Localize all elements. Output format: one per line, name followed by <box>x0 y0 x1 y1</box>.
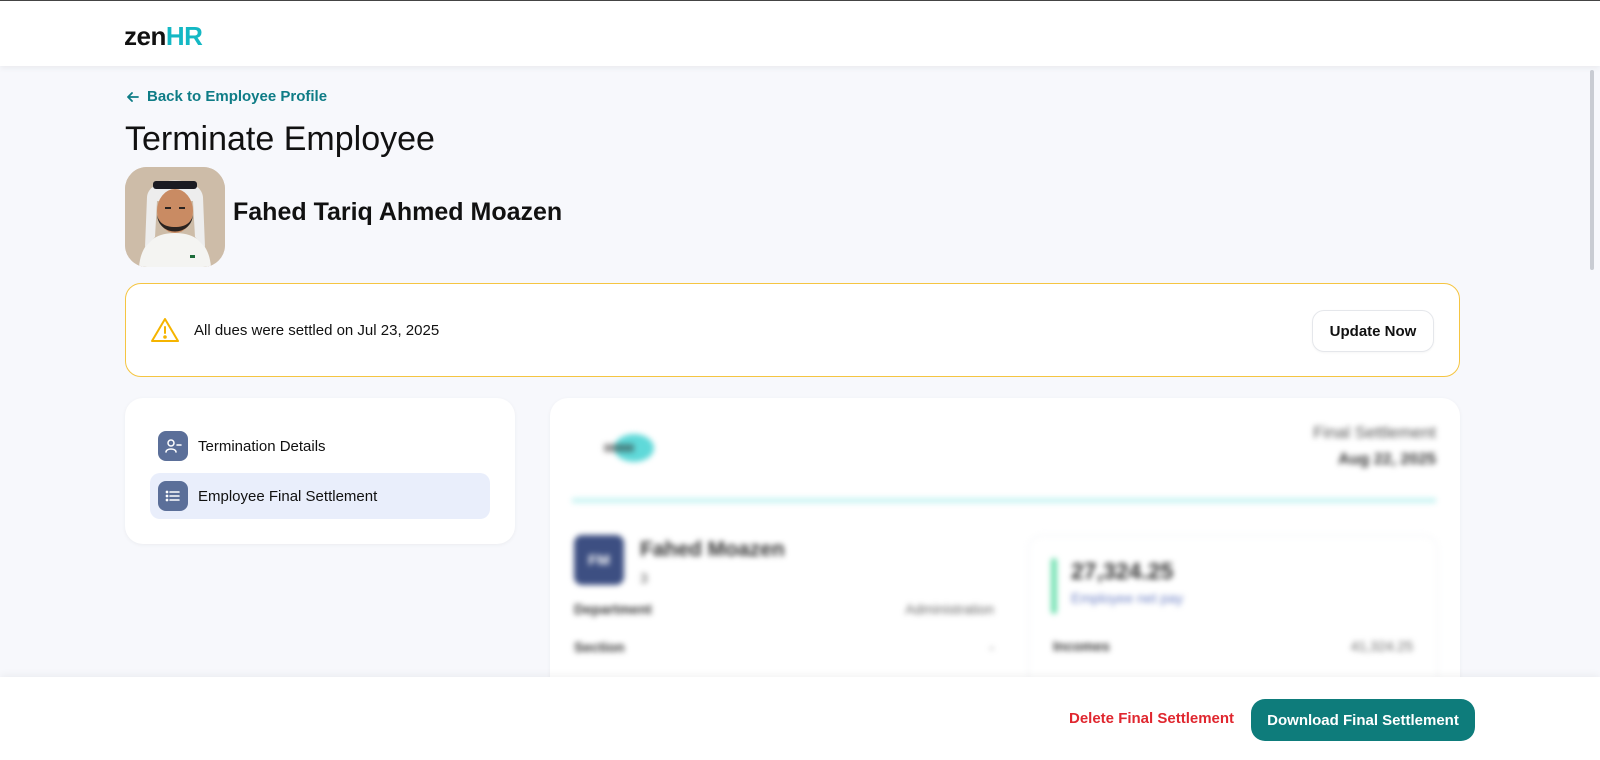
back-link-label: Back to Employee Profile <box>147 88 328 105</box>
preview-net-pay-card: 27,324.25 Employee net pay Incomes 41,32… <box>1028 535 1438 698</box>
delete-final-settlement-button[interactable]: Delete Final Settlement <box>1069 710 1234 727</box>
download-final-settlement-button[interactable]: Download Final Settlement <box>1251 699 1475 741</box>
back-to-profile-link[interactable]: Back to Employee Profile <box>125 88 327 105</box>
sidenav-item-final-settlement[interactable]: Employee Final Settlement <box>150 473 490 519</box>
preview-doc-title: Final Settlement <box>1313 423 1436 442</box>
preview-accent-bar <box>1051 558 1057 614</box>
preview-field-value: - <box>989 639 994 655</box>
preview-incomes-row: Incomes 41,324.25 <box>1053 638 1413 654</box>
termination-sidenav: Termination Details Employee Final Settl… <box>125 398 515 544</box>
settlement-alert: All dues were settled on Jul 23, 2025 Up… <box>125 283 1460 377</box>
preview-doc-date: Aug 22, 2025 <box>1338 451 1436 468</box>
alert-message: All dues were settled on Jul 23, 2025 <box>194 322 440 339</box>
top-bar: zenHR <box>0 0 1600 66</box>
update-now-button[interactable]: Update Now <box>1312 310 1434 352</box>
warning-icon <box>151 318 179 342</box>
logo-text-hr: HR <box>165 21 203 51</box>
footer-action-bar: Delete Final Settlement Download Final S… <box>0 677 1600 760</box>
sidenav-item-termination-details[interactable]: Termination Details <box>150 423 490 469</box>
preview-field-label: Section <box>574 639 625 655</box>
preview-divider <box>572 498 1436 503</box>
arrow-left-icon <box>127 91 139 102</box>
preview-net-pay-label: Employee net pay <box>1071 590 1184 606</box>
sidenav-item-label: Termination Details <box>198 437 326 455</box>
preview-field-label: Department <box>574 601 652 617</box>
user-minus-icon <box>158 431 188 461</box>
zenhr-logo[interactable]: zenHR <box>124 21 203 52</box>
page-title: Terminate Employee <box>125 120 435 158</box>
list-icon <box>158 481 188 511</box>
preview-field-row: Department Administration <box>574 601 994 617</box>
preview-field-value: Administration <box>905 601 994 617</box>
logo-text-zen: zen <box>124 21 166 51</box>
preview-employee-id: 3 <box>640 570 648 586</box>
page-scrollbar[interactable] <box>1590 70 1594 270</box>
final-settlement-preview: Final Settlement Aug 22, 2025 FM Fahed M… <box>550 398 1460 698</box>
employee-avatar <box>125 167 225 267</box>
preview-net-pay-amount: 27,324.25 <box>1071 558 1174 584</box>
sidenav-item-label: Employee Final Settlement <box>198 487 378 505</box>
company-logo-icon <box>604 434 654 462</box>
preview-incomes-value: 41,324.25 <box>1350 638 1413 654</box>
preview-initials-avatar: FM <box>574 535 624 585</box>
employee-name: Fahed Tariq Ahmed Moazen <box>233 198 563 226</box>
preview-field-row: Section - <box>574 639 994 655</box>
preview-incomes-label: Incomes <box>1053 638 1110 654</box>
preview-employee-name: Fahed Moazen <box>640 538 785 561</box>
